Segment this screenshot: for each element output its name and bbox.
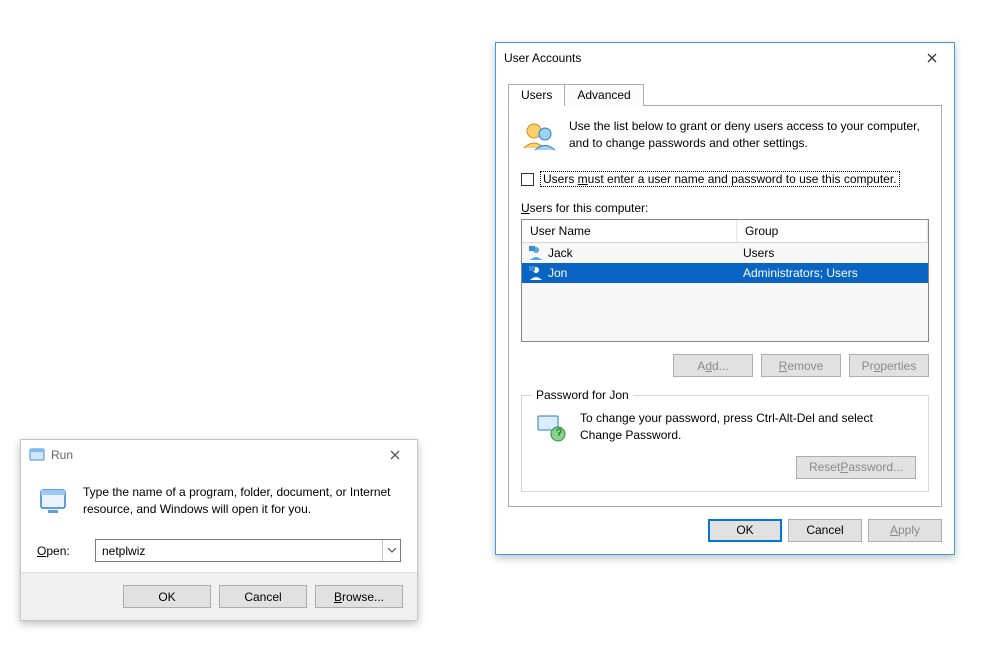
close-icon[interactable] (910, 43, 954, 73)
ua-titlebar: User Accounts (496, 43, 954, 73)
add-button[interactable]: Add... (673, 354, 753, 377)
run-open-label: Open: (37, 544, 81, 558)
ok-button[interactable]: OK (123, 585, 211, 608)
password-group-title: Password for Jon (532, 388, 633, 402)
ua-title: User Accounts (504, 51, 910, 65)
run-icon (29, 447, 45, 463)
users-for-label: Users for this computer: (521, 201, 929, 215)
col-username[interactable]: User Name (522, 220, 737, 242)
users-listview[interactable]: User Name Group JackUsersJonAdministrato… (521, 219, 929, 342)
user-accounts-dialog: User Accounts Users Advanced Use the lis… (495, 42, 955, 555)
list-item[interactable]: JackUsers (522, 243, 928, 263)
list-item[interactable]: JonAdministrators; Users (522, 263, 928, 283)
reset-password-button[interactable]: Reset Password... (796, 456, 916, 479)
run-button-strip: OK Cancel Browse... (21, 572, 417, 620)
user-icon (528, 245, 544, 261)
run-program-icon (37, 484, 71, 521)
run-dialog: Run Type the name of a program, folder, … (20, 439, 418, 621)
run-description: Type the name of a program, folder, docu… (83, 484, 401, 521)
must-enter-label: Users must enter a user name and passwor… (540, 171, 900, 187)
run-body: Type the name of a program, folder, docu… (21, 470, 417, 572)
cancel-button[interactable]: Cancel (788, 519, 862, 542)
remove-button[interactable]: Remove (761, 354, 841, 377)
ua-info-text: Use the list below to grant or deny user… (569, 118, 929, 152)
run-title: Run (51, 448, 373, 462)
users-panel: Use the list below to grant or deny user… (508, 106, 942, 507)
run-open-input[interactable] (96, 540, 382, 561)
run-titlebar: Run (21, 440, 417, 470)
chevron-down-icon[interactable] (382, 540, 400, 561)
tab-users[interactable]: Users (508, 84, 565, 106)
tab-advanced[interactable]: Advanced (564, 84, 643, 106)
col-group[interactable]: Group (737, 220, 928, 242)
cancel-button[interactable]: Cancel (219, 585, 307, 608)
listview-header: User Name Group (522, 220, 928, 243)
must-enter-checkbox-row[interactable]: Users must enter a user name and passwor… (521, 171, 929, 187)
browse-button[interactable]: Browse... (315, 585, 403, 608)
password-text: To change your password, press Ctrl-Alt-… (580, 410, 916, 444)
password-groupbox: Password for Jon To change your password… (521, 395, 929, 492)
users-icon (521, 118, 557, 157)
checkbox-icon[interactable] (521, 173, 534, 186)
ua-footer: OK Cancel Apply (496, 507, 954, 554)
properties-button[interactable]: Properties (849, 354, 929, 377)
apply-button[interactable]: Apply (868, 519, 942, 542)
password-icon (534, 410, 568, 447)
ok-button[interactable]: OK (708, 519, 782, 542)
close-icon[interactable] (373, 440, 417, 470)
ua-tabs: Users Advanced (508, 83, 942, 106)
user-icon (528, 265, 544, 281)
run-open-combo[interactable] (95, 539, 401, 562)
